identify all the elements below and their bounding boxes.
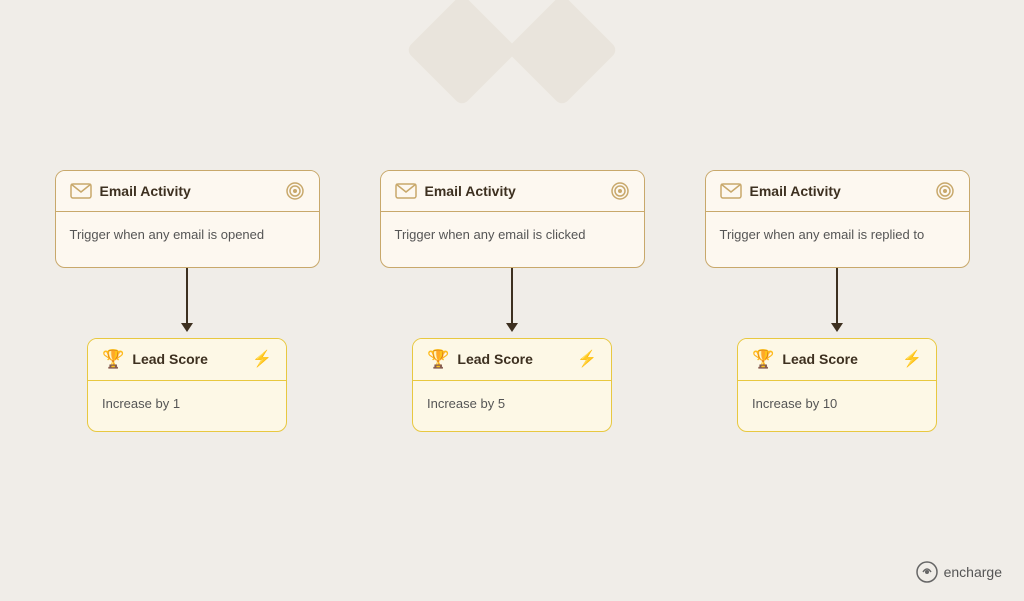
lead-card-title-2: Lead Score [457,351,532,367]
email-card-title-2: Email Activity [425,183,516,199]
arrow-connector-3 [831,268,843,338]
lead-card-body-2: Increase by 5 [413,381,611,431]
email-card-body-2: Trigger when any email is clicked [381,212,644,267]
lead-card-body-1: Increase by 1 [88,381,286,431]
lead-card-header-3: 🏆 Lead Score ⚡ [738,339,936,381]
trophy-icon-1: 🏆 [102,349,124,370]
encharge-logo-icon [916,561,938,583]
email-card-body-3: Trigger when any email is replied to [706,212,969,267]
arrow-line-2 [511,268,513,323]
bolt-icon-2: ⚡ [577,349,597,369]
arrow-head-2 [506,323,518,332]
lead-card-title-1: Lead Score [132,351,207,367]
lead-score-card-2[interactable]: 🏆 Lead Score ⚡ Increase by 5 [412,338,612,432]
lead-card-title-3: Lead Score [782,351,857,367]
email-activity-card-1[interactable]: Email Activity Trigger when any email is… [55,170,320,268]
email-card-header-1: Email Activity [56,171,319,212]
lead-card-header-1: 🏆 Lead Score ⚡ [88,339,286,381]
encharge-logo-text: encharge [944,564,1002,580]
arrow-line-3 [836,268,838,323]
lead-card-header-2: 🏆 Lead Score ⚡ [413,339,611,381]
email-activity-card-2[interactable]: Email Activity Trigger when any email is… [380,170,645,268]
arrow-line-1 [186,268,188,323]
email-activity-card-3[interactable]: Email Activity Trigger when any email is… [705,170,970,268]
lead-score-card-3[interactable]: 🏆 Lead Score ⚡ Increase by 10 [737,338,937,432]
workflow-col-1: Email Activity Trigger when any email is… [55,170,320,432]
arrow-connector-1 [181,268,193,338]
trophy-icon-3: 🏆 [752,349,774,370]
workflow-col-2: Email Activity Trigger when any email is… [380,170,645,432]
target-icon-3 [935,181,955,201]
workflow-col-3: Email Activity Trigger when any email is… [705,170,970,432]
lead-card-header-left-1: 🏆 Lead Score [102,349,208,370]
email-card-header-left-3: Email Activity [720,183,841,199]
email-card-title-1: Email Activity [100,183,191,199]
email-icon-2 [395,183,417,199]
arrow-connector-2 [506,268,518,338]
email-card-header-left-1: Email Activity [70,183,191,199]
workflow-canvas: Email Activity Trigger when any email is… [0,0,1024,601]
email-icon-1 [70,183,92,199]
email-card-header-left-2: Email Activity [395,183,516,199]
bolt-icon-3: ⚡ [902,349,922,369]
target-icon-2 [610,181,630,201]
arrow-head-1 [181,323,193,332]
lead-card-header-left-3: 🏆 Lead Score [752,349,858,370]
bolt-icon-1: ⚡ [252,349,272,369]
lead-card-header-left-2: 🏆 Lead Score [427,349,533,370]
lead-score-card-1[interactable]: 🏆 Lead Score ⚡ Increase by 1 [87,338,287,432]
email-card-header-3: Email Activity [706,171,969,212]
target-icon-1 [285,181,305,201]
email-card-body-1: Trigger when any email is opened [56,212,319,267]
trophy-icon-2: 🏆 [427,349,449,370]
arrow-head-3 [831,323,843,332]
email-card-header-2: Email Activity [381,171,644,212]
email-icon-3 [720,183,742,199]
lead-card-body-3: Increase by 10 [738,381,936,431]
encharge-logo: encharge [916,561,1002,583]
email-card-title-3: Email Activity [750,183,841,199]
